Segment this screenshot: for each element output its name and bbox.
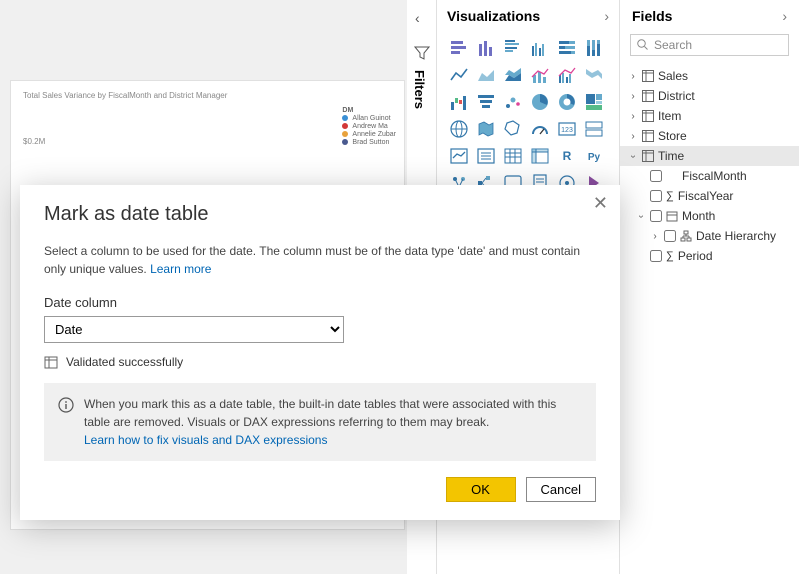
svg-text:123: 123 [561,127,573,134]
field-fiscalmonth[interactable]: FiscalMonth [620,166,799,186]
date-table-icon [44,355,58,369]
field-checkbox[interactable] [664,230,676,242]
fields-title: Fields [632,8,672,24]
filters-label: Filters [412,70,427,109]
hundred-bar-icon[interactable] [555,36,579,60]
area-chart-icon[interactable] [474,63,498,87]
table-district[interactable]: › District [620,86,799,106]
clustered-bar-icon[interactable] [501,36,525,60]
collapse-icon: › [628,151,639,161]
chart-legend: DM Allan Guinot Andrew Ma Annelie Zubar … [342,106,396,147]
line-stacked-column-icon[interactable] [528,63,552,87]
stacked-bar-icon[interactable] [447,36,471,60]
learn-more-link[interactable]: Learn more [150,262,211,276]
cancel-button[interactable]: Cancel [526,477,596,502]
field-period[interactable]: ∑ Period [620,246,799,266]
waterfall-icon[interactable] [447,90,471,114]
sigma-icon: ∑ [666,250,674,262]
matrix-icon[interactable] [528,144,552,168]
field-checkbox[interactable] [650,210,662,222]
expand-filters-icon[interactable]: ‹ [415,10,420,26]
expand-icon: › [628,71,638,82]
field-checkbox[interactable] [650,250,662,262]
expand-icon: › [628,91,638,102]
ok-button[interactable]: OK [446,477,516,502]
field-date-hierarchy[interactable]: › Date Hierarchy [620,226,799,246]
card-icon[interactable]: 123 [555,117,579,141]
field-fiscalyear[interactable]: ∑ FiscalYear [620,186,799,206]
filter-funnel-icon [414,45,430,66]
field-checkbox[interactable] [650,190,662,202]
search-icon [637,39,649,51]
slicer-icon[interactable] [474,144,498,168]
gauge-icon[interactable] [528,117,552,141]
stacked-column-icon[interactable] [474,36,498,60]
shape-map-icon[interactable] [501,117,525,141]
table-icon [642,90,654,102]
line-clustered-column-icon[interactable] [555,63,579,87]
table-icon [642,70,654,82]
hierarchy-icon [680,230,692,242]
clustered-column-icon[interactable] [528,36,552,60]
field-month[interactable]: › Month [620,206,799,226]
dialog-title: Mark as date table [44,203,596,226]
scatter-icon[interactable] [501,90,525,114]
close-button[interactable]: ✕ [593,193,608,214]
table-store[interactable]: › Store [620,126,799,146]
svg-text:Py: Py [588,152,601,163]
info-box: When you mark this as a date table, the … [44,383,596,461]
ribbon-chart-icon[interactable] [582,63,606,87]
visualizations-title: Visualizations [447,8,540,24]
mark-as-date-table-dialog: ✕ Mark as date table Select a column to … [20,185,620,520]
multirow-card-icon[interactable] [582,117,606,141]
field-checkbox[interactable] [650,170,662,182]
table-icon [642,110,654,122]
kpi-icon[interactable] [447,144,471,168]
python-visual-icon[interactable]: Py [582,144,606,168]
calendar-icon [666,210,678,222]
collapse-icon: › [636,211,647,221]
donut-icon[interactable] [555,90,579,114]
expand-icon: › [650,231,660,242]
table-item[interactable]: › Item [620,106,799,126]
date-column-select[interactable]: Date [44,316,344,343]
table-time[interactable]: › Time [620,146,799,166]
date-column-label: Date column [44,295,117,310]
line-chart-icon[interactable] [447,63,471,87]
table-icon[interactable] [501,144,525,168]
collapse-fields-icon[interactable]: › [782,8,787,24]
chart-title: Total Sales Variance by FiscalMonth and … [11,81,404,100]
axis-label: $0.2M [23,137,45,146]
expand-icon: › [628,131,638,142]
table-icon [642,150,654,162]
collapse-viz-icon[interactable]: › [604,8,609,24]
info-icon [58,397,74,413]
dialog-description: Select a column to be used for the date.… [44,242,596,278]
stacked-area-icon[interactable] [501,63,525,87]
svg-text:R: R [563,149,572,163]
expand-icon: › [628,111,638,122]
fix-visuals-link[interactable]: Learn how to fix visuals and DAX express… [84,433,327,447]
pie-icon[interactable] [528,90,552,114]
visualizations-grid: 123 R Py [437,30,619,201]
fields-pane: Fields › Search › Sales › District › Ite… [620,0,799,574]
fields-search[interactable]: Search [630,34,789,56]
table-icon [642,130,654,142]
filled-map-icon[interactable] [474,117,498,141]
table-sales[interactable]: › Sales [620,66,799,86]
hundred-column-icon[interactable] [582,36,606,60]
map-icon[interactable] [447,117,471,141]
sigma-icon: ∑ [666,190,674,202]
funnel-icon[interactable] [474,90,498,114]
r-visual-icon[interactable]: R [555,144,579,168]
validation-status: Validated successfully [44,355,596,369]
treemap-icon[interactable] [582,90,606,114]
